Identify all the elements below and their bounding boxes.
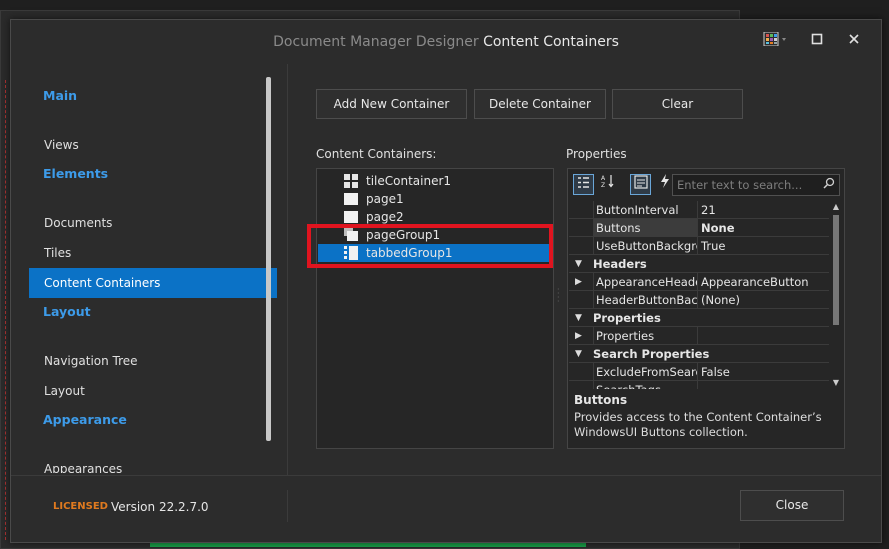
property-row[interactable]: ▶ AppearanceHeader AppearanceButton (569, 273, 829, 291)
properties-label: Properties (566, 147, 627, 161)
title-bar[interactable]: Document Manager Designer Content Contai… (11, 20, 881, 64)
property-name: Properties (593, 327, 697, 345)
property-value[interactable]: None (697, 219, 829, 237)
collapse-arrow-icon[interactable]: ▼ (575, 345, 582, 363)
scroll-up-icon[interactable]: ▲ (830, 201, 842, 213)
selection-highlight-box (307, 224, 553, 268)
title-prefix: Document Manager Designer (273, 34, 479, 50)
nav-category-main: Main (43, 88, 78, 103)
collapse-arrow-icon[interactable]: ▼ (575, 255, 582, 273)
property-name: SearchTags (593, 381, 697, 389)
categorized-view-icon[interactable] (573, 174, 594, 195)
nav-item-layout[interactable]: Layout (29, 376, 277, 406)
palette-icon[interactable] (761, 31, 791, 52)
search-icon (823, 175, 835, 195)
licensed-badge: LICENSED (53, 501, 108, 512)
category-name: Properties (593, 311, 661, 325)
property-row[interactable]: UseButtonBackgrou True (569, 237, 829, 255)
title-main: Content Containers (483, 34, 619, 50)
nav-category-elements: Elements (43, 166, 109, 181)
nav-item-navigation-tree[interactable]: Navigation Tree (29, 346, 277, 376)
tree-item-label: tileContainer1 (366, 174, 452, 188)
nav-category-appearance: Appearance (43, 412, 127, 427)
property-name: Buttons (593, 219, 697, 237)
close-button[interactable]: Close (740, 490, 844, 521)
property-description-text: Provides access to the Content Container… (574, 410, 822, 439)
scroll-down-icon[interactable]: ▼ (830, 377, 842, 389)
close-icon[interactable] (843, 32, 865, 52)
property-scrollbar[interactable]: ▲ ▼ (830, 201, 842, 389)
property-rows: ButtonInterval 21 Buttons None UseButton… (569, 201, 829, 389)
navigation-pane: Main Views Elements Documents Tiles Cont… (24, 66, 277, 473)
window-title: Document Manager Designer Content Contai… (11, 34, 881, 50)
property-name: HeaderButtonBack (593, 291, 697, 309)
property-value[interactable] (697, 327, 829, 345)
maximize-icon[interactable] (806, 32, 828, 52)
property-value[interactable]: (None) (697, 291, 829, 309)
delete-container-button[interactable]: Delete Container (474, 89, 606, 119)
scroll-thumb[interactable] (833, 215, 839, 325)
property-category[interactable]: ▼ Search Properties (569, 345, 829, 363)
collapse-arrow-icon[interactable]: ▼ (575, 309, 582, 327)
nav-item-tiles[interactable]: Tiles (29, 238, 277, 268)
containers-tree: tileContainer1 page1 page2 pageGroup1 ta… (316, 168, 554, 449)
splitter-grip-icon[interactable]: · · · · (557, 286, 561, 308)
property-row-selected[interactable]: Buttons None (569, 219, 829, 237)
property-description-title: Buttons (574, 393, 628, 407)
tree-item[interactable]: tileContainer1 (318, 172, 552, 190)
nav-item-documents[interactable]: Documents (29, 208, 277, 238)
tree-item[interactable]: page1 (318, 190, 552, 208)
property-row[interactable]: HeaderButtonBack (None) (569, 291, 829, 309)
property-name: UseButtonBackgrou (593, 237, 697, 255)
property-row[interactable]: ▶ Properties (569, 327, 829, 345)
footer-divider (11, 475, 881, 476)
tree-item-label: page1 (366, 192, 404, 206)
property-name: AppearanceHeader (593, 273, 697, 291)
property-value[interactable]: False (697, 363, 829, 381)
property-value[interactable]: True (697, 237, 829, 255)
nav-item-views[interactable]: Views (29, 130, 277, 160)
category-name: Headers (593, 257, 647, 271)
svg-text:Z: Z (601, 182, 605, 188)
property-name: ButtonInterval (593, 201, 697, 219)
footer-separator (287, 490, 288, 522)
property-category[interactable]: ▼ Properties (569, 309, 829, 327)
version-label: Version 22.2.7.0 (111, 500, 209, 514)
background-guide-line (5, 80, 6, 540)
content-containers-label: Content Containers: (316, 147, 437, 161)
property-value[interactable]: AppearanceButton (697, 273, 829, 291)
add-new-container-button[interactable]: Add New Container (316, 89, 467, 119)
page-icon (344, 192, 358, 206)
clear-button[interactable]: Clear (612, 89, 743, 119)
property-category[interactable]: ▼ Headers (569, 255, 829, 273)
page-icon (344, 210, 358, 224)
nav-item-appearances[interactable]: Appearances (29, 454, 277, 473)
nav-scrollbar[interactable] (266, 77, 271, 441)
category-name: Search Properties (593, 347, 710, 361)
property-value[interactable]: 21 (697, 201, 829, 219)
expand-arrow-icon[interactable]: ▶ (575, 273, 582, 291)
expand-arrow-icon[interactable]: ▶ (575, 327, 582, 345)
property-name: ExcludeFromSearch (593, 363, 697, 381)
designer-dialog: Document Manager Designer Content Contai… (10, 19, 882, 543)
property-search-placeholder: Enter text to search... (677, 178, 803, 192)
property-row[interactable]: SearchTags (569, 381, 829, 389)
property-row[interactable]: ButtonInterval 21 (569, 201, 829, 219)
nav-category-layout: Layout (43, 304, 91, 319)
tile-container-icon (344, 174, 358, 188)
property-row[interactable]: ExcludeFromSearch False (569, 363, 829, 381)
property-pages-icon[interactable] (630, 174, 651, 195)
property-search-input[interactable]: Enter text to search... (672, 174, 840, 196)
nav-item-content-containers[interactable]: Content Containers (29, 268, 277, 298)
property-grid: AZ Enter text to search... ButtonInterva… (567, 168, 845, 449)
svg-text:A: A (601, 175, 606, 182)
alphabetical-sort-icon[interactable]: AZ (597, 174, 618, 195)
property-value[interactable] (697, 381, 829, 389)
pane-divider (287, 64, 288, 476)
